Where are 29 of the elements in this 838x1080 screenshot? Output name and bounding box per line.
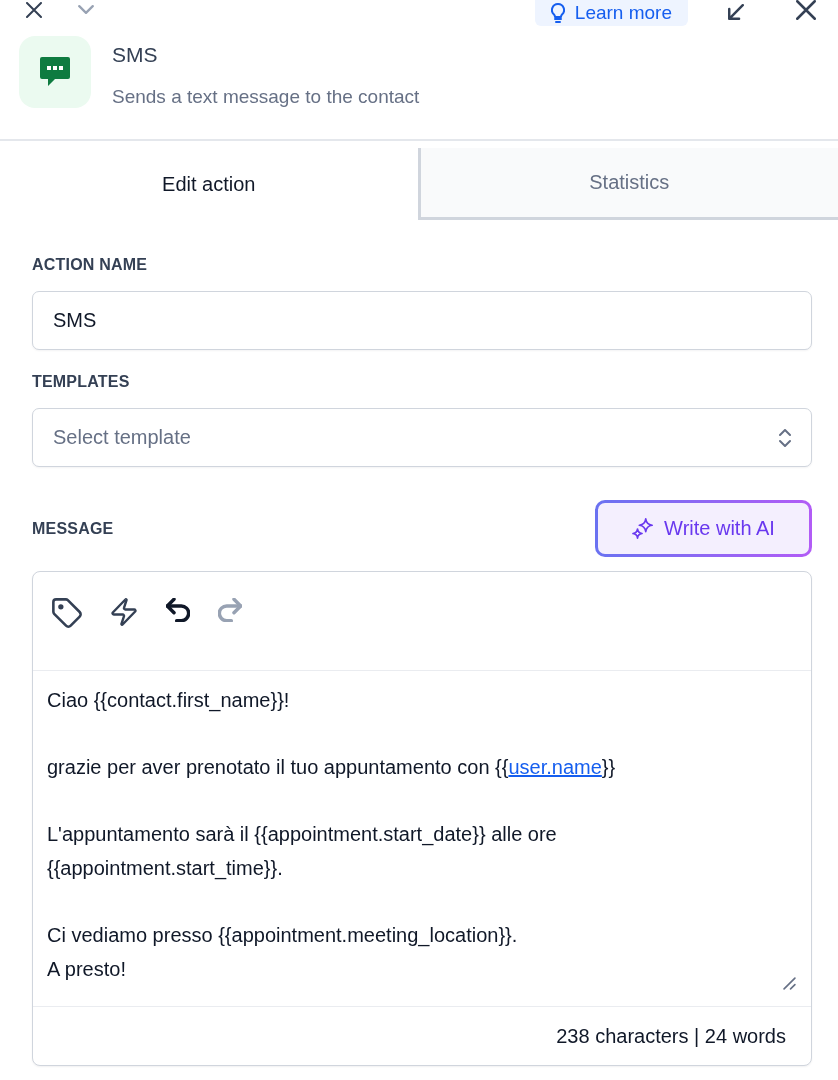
field-label: TEMPLATES [32,373,130,390]
field-label: MESSAGE [32,518,114,539]
select-field[interactable]: Select template [32,408,812,467]
undo-icon[interactable] [166,598,190,622]
tab[interactable]: Statistics [417,148,838,220]
field-label: ACTION NAME [32,256,148,273]
text-field[interactable]: SMS [32,291,812,350]
collapse-arrow-icon[interactable] [728,4,744,20]
learn-more-button[interactable]: Learn more [534,0,688,26]
action-description: Sends a text message to the contact [112,85,420,109]
message-text: Ciao {{contact.first_name}}! [47,689,290,711]
message-text: grazie per aver prenotato il tuo appuntamento con {{user.name}} [47,756,616,779]
message-text: Ci vediamo presso {{appointment.meeting_location}}. [47,924,518,947]
close-icon[interactable] [796,0,816,20]
lightning-icon[interactable] [110,598,138,626]
close-icon[interactable] [26,2,42,18]
message-text: A presto! [47,957,126,980]
write-with-ai-button[interactable]: Write with AI [595,500,812,557]
chat-bubble-icon [19,36,91,108]
action-title: SMS [112,43,158,67]
sparkle-icon [632,518,655,539]
chevron-down-icon[interactable] [78,5,94,14]
resize-handle-icon[interactable] [783,977,796,990]
message-link[interactable]: user.name [508,756,602,779]
character-count: 238 characters | 24 words [556,1024,786,1048]
message-text: L'appuntamento sarà il {{appointment.start_date}} alle ore {{appointment.start_time}}. [47,823,557,879]
tag-icon[interactable] [52,598,82,628]
chevron-up-down-icon [779,428,791,447]
lightbulb-icon [550,3,565,23]
